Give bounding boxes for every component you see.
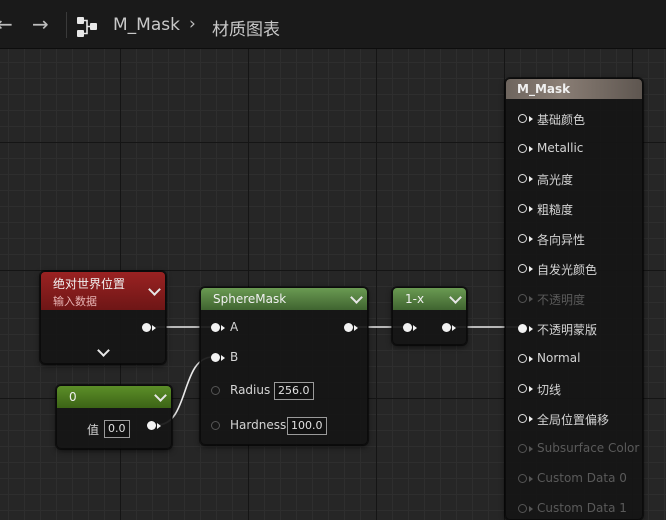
- pin-label-hardness: Hardness: [230, 418, 287, 432]
- pin-arrow-icon: [452, 325, 456, 331]
- pin-label-a: A: [230, 320, 239, 334]
- pin-arrow-icon: [529, 176, 533, 182]
- constant-node[interactable]: 0 值 0.0: [56, 385, 172, 449]
- pin-arrow-icon: [157, 423, 161, 429]
- input-pin-radius[interactable]: [211, 386, 220, 395]
- input-pin[interactable]: [518, 114, 527, 123]
- pin-arrow-icon: [529, 236, 533, 242]
- chevron-down-icon[interactable]: [154, 389, 167, 402]
- node-title: M_Mask: [517, 82, 571, 96]
- hardness-value-field[interactable]: 100.0: [287, 417, 327, 435]
- pin-arrow-icon: [221, 325, 225, 331]
- output-pin[interactable]: [442, 323, 451, 332]
- result-pin-label: 基础颜色: [537, 113, 586, 127]
- result-pin-label: 不透明蒙版: [537, 323, 598, 337]
- result-pin-label: Custom Data 1: [537, 501, 627, 515]
- pin-arrow-icon: [529, 446, 533, 452]
- output-pin[interactable]: [147, 421, 156, 430]
- result-pin-row[interactable]: Normal: [506, 351, 642, 367]
- result-pin-row[interactable]: 各向异性: [506, 231, 642, 247]
- input-pin[interactable]: [518, 504, 527, 513]
- node-subtitle: 输入数据: [53, 295, 97, 308]
- node-header[interactable]: 绝对世界位置 输入数据: [41, 272, 165, 310]
- radius-value-field[interactable]: 256.0: [274, 382, 314, 400]
- input-pin[interactable]: [518, 174, 527, 183]
- node-title: 1-x: [405, 292, 425, 306]
- pin-arrow-icon: [529, 296, 533, 302]
- input-pin[interactable]: [518, 144, 527, 153]
- input-pin-hardness[interactable]: [211, 421, 220, 430]
- output-pin[interactable]: [142, 323, 151, 332]
- pin-arrow-icon: [529, 326, 533, 332]
- chevron-down-icon[interactable]: [350, 291, 363, 304]
- result-pin-row[interactable]: 不透明度: [506, 291, 642, 307]
- input-pin[interactable]: [518, 354, 527, 363]
- input-pin[interactable]: [518, 324, 527, 333]
- spheremask-node[interactable]: SphereMask A B Radius 256.0 Hardness 100…: [200, 287, 368, 445]
- result-pin-row[interactable]: 高光度: [506, 171, 642, 187]
- value-label: 值: [87, 423, 100, 437]
- node-header[interactable]: 0: [57, 386, 171, 408]
- input-pin[interactable]: [518, 264, 527, 273]
- pin-arrow-icon: [529, 206, 533, 212]
- input-pin-b[interactable]: [211, 353, 220, 362]
- pin-arrow-icon: [354, 325, 358, 331]
- input-pin[interactable]: [518, 414, 527, 423]
- result-pin-row[interactable]: Metallic: [506, 141, 642, 157]
- node-title: 0: [69, 390, 77, 404]
- pin-arrow-icon: [529, 416, 533, 422]
- input-pin[interactable]: [518, 294, 527, 303]
- result-pin-row[interactable]: 自发光颜色: [506, 261, 642, 277]
- result-pin-row[interactable]: 全局位置偏移: [506, 411, 642, 427]
- result-pin-label: Normal: [537, 351, 581, 365]
- result-pin-label: 高光度: [537, 173, 574, 187]
- material-result-node[interactable]: M_Mask 基础颜色 Metallic 高光度粗糙度各向异性自发光颜色不透明度不透…: [505, 78, 643, 520]
- pin-arrow-icon: [529, 116, 533, 122]
- pin-arrow-icon: [413, 325, 417, 331]
- result-pin-label: Custom Data 0: [537, 471, 627, 485]
- result-pin-label: 不透明度: [537, 293, 586, 307]
- result-pin-label: 切线: [537, 383, 562, 397]
- output-pin[interactable]: [344, 323, 353, 332]
- result-pin-row[interactable]: 不透明蒙版: [506, 321, 642, 337]
- input-pin[interactable]: [403, 323, 412, 332]
- input-pin[interactable]: [518, 234, 527, 243]
- input-pin[interactable]: [518, 444, 527, 453]
- node-header[interactable]: SphereMask: [201, 288, 367, 310]
- pin-label-radius: Radius: [230, 383, 271, 397]
- node-header[interactable]: 1-x: [393, 288, 466, 310]
- pin-arrow-icon: [152, 325, 156, 331]
- one-minus-node[interactable]: 1-x: [392, 287, 467, 345]
- result-pin-row[interactable]: Custom Data 0: [506, 471, 642, 487]
- pin-arrow-icon: [529, 386, 533, 392]
- result-pin-row[interactable]: Subsurface Color: [506, 441, 642, 457]
- result-pin-label: Metallic: [537, 141, 584, 155]
- chevron-down-icon[interactable]: [449, 291, 462, 304]
- pin-arrow-icon: [529, 476, 533, 482]
- pin-arrow-icon: [221, 355, 225, 361]
- absolute-world-position-node[interactable]: 绝对世界位置 输入数据: [40, 271, 166, 364]
- input-pin[interactable]: [518, 474, 527, 483]
- result-pin-row[interactable]: 基础颜色: [506, 111, 642, 127]
- result-pin-label: 各向异性: [537, 233, 586, 247]
- pin-label-b: B: [230, 350, 239, 364]
- result-pin-label: 粗糙度: [537, 203, 574, 217]
- result-pin-row[interactable]: 粗糙度: [506, 201, 642, 217]
- expand-chevron-icon[interactable]: [97, 344, 110, 357]
- result-pin-label: Subsurface Color: [537, 441, 640, 455]
- input-pin[interactable]: [518, 204, 527, 213]
- node-title: SphereMask: [213, 292, 287, 306]
- node-header[interactable]: M_Mask: [506, 79, 642, 99]
- input-pin-a[interactable]: [211, 323, 220, 332]
- result-pin-label: 自发光颜色: [537, 263, 598, 277]
- pin-arrow-icon: [529, 266, 533, 272]
- result-pin-row[interactable]: Custom Data 1: [506, 501, 642, 517]
- pin-arrow-icon: [529, 356, 533, 362]
- constant-value-field[interactable]: 0.0: [104, 420, 130, 438]
- result-pin-label: 全局位置偏移: [537, 413, 610, 427]
- pin-arrow-icon: [529, 146, 533, 152]
- result-pin-row[interactable]: 切线: [506, 381, 642, 397]
- input-pin[interactable]: [518, 384, 527, 393]
